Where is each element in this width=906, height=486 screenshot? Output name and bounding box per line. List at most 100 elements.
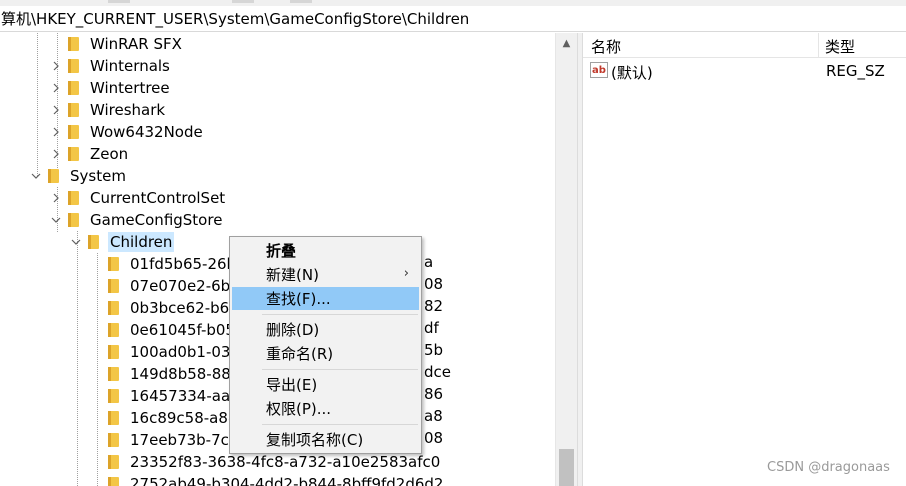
tree-node-label-tail: 86	[424, 385, 444, 403]
tree-node-child-key[interactable]: 07e070e2-6b	[88, 275, 232, 297]
chevron-right-icon[interactable]	[48, 99, 64, 121]
chevron-down-icon[interactable]	[68, 231, 84, 253]
tree-vertical-scrollbar[interactable]: ▲	[555, 33, 577, 486]
tree-node-label: 23352f83-3638-4fc8-a732-a10e2583afc0	[130, 453, 441, 471]
tree-expander-spacer	[88, 297, 104, 319]
tree-node-wow6432node[interactable]: Wow6432Node	[48, 121, 205, 143]
tree-expander-spacer	[88, 275, 104, 297]
submenu-arrow-icon: ›	[403, 266, 409, 281]
tree-guide-line	[77, 231, 78, 486]
tree-node-child-key[interactable]: 16c89c58-a88	[88, 407, 239, 429]
tree-node-children[interactable]: Children	[68, 231, 175, 253]
value-row[interactable]: ab (默认) REG_SZ	[583, 59, 906, 83]
menu-separator	[262, 314, 418, 315]
tree-node-label-tail: 08	[424, 429, 444, 447]
tree-node-label-tail: a8	[424, 407, 443, 425]
tree-node-zeon[interactable]: Zeon	[48, 143, 130, 165]
chevron-right-icon[interactable]	[48, 121, 64, 143]
folder-icon	[107, 344, 121, 360]
tree-node-label: 16457334-aa	[130, 387, 231, 405]
tree-node-child-key[interactable]: 0e61045f-b05	[88, 319, 237, 341]
scrollbar-thumb[interactable]	[559, 449, 574, 486]
tree-node-label: 17eeb73b-7c	[130, 431, 229, 449]
folder-icon	[67, 124, 81, 140]
tree-node-label: Zeon	[90, 145, 129, 163]
folder-icon	[87, 234, 101, 250]
chevron-right-icon[interactable]	[48, 143, 64, 165]
tree-node-label: 100ad0b1-03	[130, 343, 231, 361]
tree-node-label-tail: dce	[424, 363, 451, 381]
tree-node-child-key[interactable]: 23352f83-3638-4fc8-a732-a10e2583afc0	[88, 451, 442, 473]
address-path[interactable]: 算机\HKEY_CURRENT_USER\System\GameConfigSt…	[1, 8, 469, 29]
watermark: CSDN @dragonaas	[767, 460, 890, 475]
tree-node-label-tail: 5b	[424, 341, 444, 359]
tree-expander-spacer	[88, 451, 104, 473]
folder-icon	[67, 102, 81, 118]
chevron-right-icon[interactable]	[48, 187, 64, 209]
tree-node-child-key[interactable]: 100ad0b1-03	[88, 341, 232, 363]
folder-icon	[67, 58, 81, 74]
tree-node-label: Wow6432Node	[90, 123, 203, 141]
folder-icon	[67, 212, 81, 228]
chevron-down-icon[interactable]	[48, 209, 64, 231]
tree-node-child-key[interactable]: 2752ab49-b304-4dd2-b844-8bff9fd2d6d2	[88, 473, 445, 486]
tree-guide-line	[37, 33, 38, 176]
folder-icon	[67, 80, 81, 96]
tree-node-child-key[interactable]: 17eeb73b-7c	[88, 429, 231, 451]
folder-icon	[107, 366, 121, 382]
tree-node-child-key[interactable]: 16457334-aa	[88, 385, 232, 407]
tree-node-label: 16c89c58-a88	[130, 409, 238, 427]
tree-expander-spacer	[48, 33, 64, 55]
tree-node-label: Wintertree	[90, 79, 170, 97]
value-name: (默认)	[611, 64, 653, 82]
menu-item-rename[interactable]: 重命名(R)	[232, 342, 419, 365]
chevron-right-icon[interactable]	[48, 77, 64, 99]
tree-expander-spacer	[88, 341, 104, 363]
menu-item-find[interactable]: 查找(F)...	[232, 287, 419, 310]
tree-node-wireshark[interactable]: Wireshark	[48, 99, 167, 121]
tree-expander-spacer	[88, 253, 104, 275]
tree-expander-spacer	[88, 473, 104, 486]
tree-node-label: 2752ab49-b304-4dd2-b844-8bff9fd2d6d2	[130, 475, 444, 486]
tree-node-system[interactable]: System	[28, 165, 128, 187]
tree-node-child-key[interactable]: 01fd5b65-26bf-	[88, 253, 248, 275]
tree-node-label: 0b3bce62-b6	[130, 299, 230, 317]
menu-item-new[interactable]: 新建(N) ›	[232, 263, 419, 286]
menu-item-permissions[interactable]: 权限(P)...	[232, 397, 419, 420]
folder-icon	[107, 476, 121, 486]
scroll-up-arrow-icon[interactable]: ▲	[556, 33, 577, 53]
tree-node-winrar-sfx[interactable]: WinRAR SFX	[48, 33, 184, 55]
context-menu[interactable]: 折叠 新建(N) › 查找(F)... 删除(D) 重命名(R) 导出(E) 权限…	[229, 236, 422, 454]
tree-node-label: Winternals	[90, 57, 170, 75]
column-header-name[interactable]: 名称	[591, 36, 621, 57]
folder-icon	[47, 168, 61, 184]
column-header-type[interactable]: 类型	[825, 36, 855, 57]
menu-item-copy-key-name[interactable]: 复制项名称(C)	[232, 428, 419, 451]
tree-node-label: 07e070e2-6b	[130, 277, 231, 295]
tree-node-label: Wireshark	[90, 101, 166, 119]
folder-icon	[107, 454, 121, 470]
menu-item-collapse[interactable]: 折叠	[232, 239, 419, 262]
column-divider[interactable]	[818, 33, 819, 58]
folder-icon	[67, 36, 81, 52]
tree-expander-spacer	[88, 363, 104, 385]
tree-node-label: GameConfigStore	[90, 211, 223, 229]
tree-node-currentcontrolset[interactable]: CurrentControlSet	[48, 187, 227, 209]
folder-icon	[107, 388, 121, 404]
menu-separator	[262, 424, 418, 425]
menu-item-export[interactable]: 导出(E)	[232, 373, 419, 396]
tree-node-wintertree[interactable]: Wintertree	[48, 77, 172, 99]
menu-item-delete[interactable]: 删除(D)	[232, 318, 419, 341]
tree-node-winternals[interactable]: Winternals	[48, 55, 172, 77]
folder-icon	[107, 256, 121, 272]
tree-node-label: CurrentControlSet	[90, 189, 226, 207]
chevron-right-icon[interactable]	[48, 55, 64, 77]
address-bar[interactable]: 算机\HKEY_CURRENT_USER\System\GameConfigSt…	[0, 6, 906, 32]
tree-node-label: Children	[108, 232, 175, 252]
tree-node-gameconfigstore[interactable]: GameConfigStore	[48, 209, 224, 231]
tree-node-child-key[interactable]: 0b3bce62-b6	[88, 297, 231, 319]
chevron-down-icon[interactable]	[28, 165, 44, 187]
values-pane[interactable]: 名称 类型 ab (默认) REG_SZ	[583, 33, 906, 486]
tree-node-child-key[interactable]: 149d8b58-88	[88, 363, 233, 385]
folder-icon	[107, 278, 121, 294]
